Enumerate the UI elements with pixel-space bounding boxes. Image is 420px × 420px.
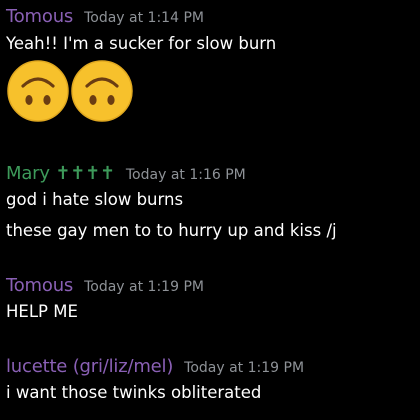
message-text: Yeah!! I'm a sucker for slow burn bbox=[6, 34, 277, 53]
message-header: Tomous Today at 1:14 PM bbox=[6, 6, 416, 27]
username[interactable]: Tomous bbox=[6, 6, 73, 27]
username[interactable]: lucette (gri/liz/mel) bbox=[6, 356, 173, 377]
timestamp: Today at 1:19 PM bbox=[184, 360, 305, 376]
message-header: lucette (gri/liz/mel) Today at 1:19 PM bbox=[6, 356, 416, 377]
message-text: HELP ME bbox=[6, 302, 78, 321]
message-group-lucette: lucette (gri/liz/mel) Today at 1:19 PM i… bbox=[6, 356, 416, 404]
upside-down-face-icon bbox=[71, 60, 133, 122]
message-text: i want those twinks obliterated bbox=[6, 383, 262, 402]
upside-down-face-icon bbox=[7, 60, 69, 122]
message-group-tomous-1: Tomous Today at 1:14 PM Yeah!! I'm a suc… bbox=[6, 6, 416, 123]
message-group-tomous-2: Tomous Today at 1:19 PM HELP ME bbox=[6, 275, 416, 323]
message-header: Mary ✝✝✝✝ Today at 1:16 PM bbox=[6, 163, 416, 184]
message-text: god i hate slow burns bbox=[6, 190, 184, 209]
timestamp: Today at 1:16 PM bbox=[125, 167, 246, 183]
username[interactable]: Mary ✝✝✝✝ bbox=[6, 163, 115, 184]
timestamp: Today at 1:19 PM bbox=[84, 279, 204, 295]
username[interactable]: Tomous bbox=[6, 275, 73, 296]
message-group-mary: Mary ✝✝✝✝ Today at 1:16 PM god i hate sl… bbox=[6, 163, 416, 242]
timestamp: Today at 1:14 PM bbox=[84, 10, 204, 26]
message-header: Tomous Today at 1:19 PM bbox=[6, 275, 416, 296]
emoji-row bbox=[6, 59, 416, 123]
message-text: these gay men to to hurry up and kiss /j bbox=[6, 221, 337, 240]
